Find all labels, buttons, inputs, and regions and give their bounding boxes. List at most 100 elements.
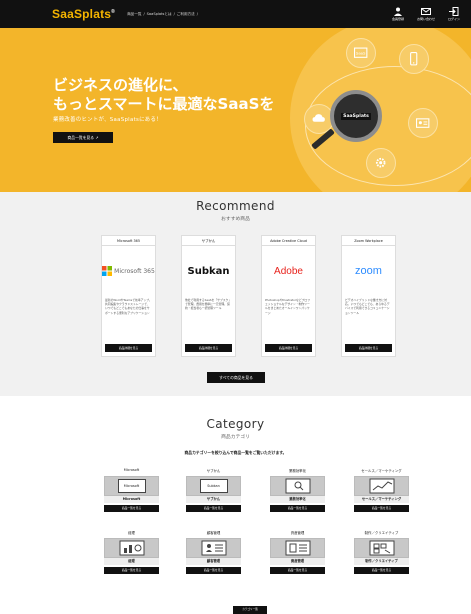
category-list-button[interactable]: 商品一覧を見る — [354, 567, 409, 574]
saas-bubble: SaaS — [346, 38, 376, 68]
nav-howto[interactable]: ご利用方法 — [177, 12, 195, 17]
category-card[interactable]: 経理 経理 商品一覧を見る — [104, 530, 159, 574]
nav-about[interactable]: SaaSplatsとは — [147, 12, 172, 17]
smartphone-icon — [410, 52, 418, 66]
category-image-label: Subkan — [199, 479, 228, 493]
product-description: 他社で利用するSaaSを「サブスク」で管理。費用を簡単に一元管理。契約・担当者も… — [185, 298, 232, 311]
category-image — [270, 538, 325, 558]
product-name: Microsoft 365 — [102, 236, 155, 246]
product-logo: zoom — [342, 246, 395, 296]
register-button[interactable]: 会員登録 — [389, 7, 407, 21]
category-image: Subkan — [186, 476, 241, 496]
main-nav: 商品一覧 / SaaSplatsとは / ご利用方法 / — [127, 12, 198, 17]
category-card[interactable]: 業務効率化 業務効率化 商品一覧を見る — [270, 468, 325, 512]
category-list-button[interactable]: 商品一覧を見る — [270, 567, 325, 574]
category-subtitle: 商品カテゴリ — [221, 435, 250, 440]
all-products-button[interactable]: すべての商品を見る — [207, 372, 265, 383]
chart-icon — [369, 478, 394, 494]
category-label: セールス／マーケティング — [354, 496, 409, 503]
login-icon — [449, 7, 459, 16]
product-description: 最新のWordやTeamsで効率アップ。共同編集やクラウドストレージで、いつでも… — [105, 298, 152, 315]
product-logo: Subkan — [182, 246, 235, 296]
product-card[interactable]: サブかん Subkan 他社で利用するSaaSを「サブスク」で管理。費用を簡単に… — [181, 235, 236, 357]
category-list-button[interactable]: 商品一覧を見る — [186, 567, 241, 574]
category-image — [354, 538, 409, 558]
hero-title: ビジネスの進化に、 もっとスマートに最適なSaaSを — [53, 76, 275, 113]
gear-icon — [376, 158, 386, 168]
category-heading: セールス／マーケティング — [361, 469, 402, 473]
gear-bubble — [366, 148, 396, 178]
category-note: 商品カテゴリーを絞り込んで商品一覧をご覧いただけます。 — [184, 450, 287, 455]
product-card[interactable]: Zoom Workplace zoom ビデオハイブリッドな働き方に対応。いつで… — [341, 235, 396, 357]
category-heading: 制作／クリエイティブ — [364, 531, 399, 535]
svg-text:SaaS: SaaS — [356, 51, 366, 56]
category-label: 経理 — [104, 558, 159, 565]
category-list-button[interactable]: 商品一覧を見る — [270, 505, 325, 512]
category-card[interactable]: セールス／マーケティング セールス／マーケティング 商品一覧を見る — [354, 468, 409, 512]
category-list-button[interactable]: 商品一覧を見る — [104, 505, 159, 512]
category-list-button[interactable]: 商品一覧を見る — [186, 505, 241, 512]
recommend-title: Recommend — [196, 199, 275, 213]
nav-products[interactable]: 商品一覧 — [127, 12, 141, 17]
login-button[interactable]: ログイン — [445, 7, 463, 21]
product-name: Zoom Workplace — [342, 236, 395, 246]
category-list-button[interactable]: 商品一覧を見る — [104, 567, 159, 574]
id-card-icon — [416, 118, 430, 129]
category-heading: 経理 — [128, 531, 135, 535]
site-header: SaaSplats® 商品一覧 / SaaSplatsとは / ご利用方法 / … — [0, 0, 471, 28]
product-card[interactable]: Adobe Creative Cloud Adobe PhotoshopやIll… — [261, 235, 316, 357]
category-image — [186, 538, 241, 558]
creative-icon — [369, 540, 394, 556]
product-detail-button[interactable]: 商品詳細を見る — [345, 344, 392, 352]
product-name: サブかん — [182, 236, 235, 246]
hero-banner: ビジネスの進化に、 もっとスマートに最適なSaaSを 業務改善のヒントが、SaaS… — [0, 28, 471, 192]
magnifier-lens: SaaSplats — [330, 90, 382, 142]
user-icon — [394, 7, 402, 16]
category-heading: Microsoft — [123, 468, 140, 472]
nav-separator: / — [173, 11, 175, 16]
product-detail-button[interactable]: 商品詳細を見る — [185, 344, 232, 352]
contact-label: お問い合わせ — [417, 17, 436, 21]
register-label: 会員登録 — [391, 17, 404, 21]
product-description: PhotoshopやIllustratorなどプロフェッショナルなデザイン・制作… — [265, 298, 311, 315]
product-logo: Adobe — [262, 246, 315, 296]
product-logo-text: zoom — [355, 265, 382, 277]
category-card[interactable]: Microsoft Microsoft Microsoft 商品一覧を見る — [104, 468, 159, 512]
product-logo-text: Subkan — [187, 265, 230, 277]
login-label: ログイン — [447, 17, 460, 21]
mail-icon — [421, 8, 431, 15]
mobile-bubble — [399, 44, 429, 74]
category-heading: 顧客管理 — [206, 531, 221, 535]
category-card[interactable]: サブかん Subkan サブかん 商品一覧を見る — [186, 468, 241, 512]
product-detail-button[interactable]: 商品詳細を見る — [265, 344, 312, 352]
category-label: Microsoft — [104, 496, 159, 503]
saas-window-icon: SaaS — [354, 47, 368, 59]
category-label: サブかん — [186, 496, 241, 503]
category-list-button[interactable]: 商品一覧を見る — [354, 505, 409, 512]
contact-button[interactable]: お問い合わせ — [417, 7, 435, 21]
category-card[interactable]: 顧客管理 顧客管理 商品一覧を見る — [186, 530, 241, 574]
accounting-icon — [119, 540, 144, 556]
recommend-subtitle: おすすめ商品 — [221, 217, 250, 222]
product-detail-button[interactable]: 商品詳細を見る — [105, 344, 152, 352]
category-label: 業務効率化 — [270, 496, 325, 503]
hero-products-button[interactable]: 商品一覧を見る ↗ — [53, 132, 113, 143]
site-logo[interactable]: SaaSplats® — [52, 7, 115, 21]
category-list-all-button[interactable]: カテゴリ一覧 — [233, 606, 267, 614]
product-logo-text: Microsoft 365 — [114, 267, 155, 275]
product-logo-text: Adobe — [274, 265, 303, 277]
product-card[interactable]: Microsoft 365 Microsoft 365 最新のWordやTeam… — [101, 235, 156, 357]
category-label: 資産管理 — [270, 558, 325, 565]
category-image — [104, 538, 159, 558]
nav-separator: / — [196, 11, 198, 16]
header-actions: 会員登録 お問い合わせ ログイン — [389, 7, 463, 21]
category-image-label: Microsoft — [117, 479, 146, 493]
product-logo: Microsoft 365 — [102, 246, 155, 296]
category-card[interactable]: 資産管理 資産管理 商品一覧を見る — [270, 530, 325, 574]
page: SaaSplats® 商品一覧 / SaaSplatsとは / ご利用方法 / … — [0, 0, 471, 614]
hero-subtitle: 業務改善のヒントが、SaaSplatsにある！ — [53, 117, 162, 123]
product-name: Adobe Creative Cloud — [262, 236, 315, 246]
category-image — [270, 476, 325, 496]
magnifier-logo: SaaSplats — [341, 112, 371, 120]
category-card[interactable]: 制作／クリエイティブ 制作／クリエイティブ 商品一覧を見る — [354, 530, 409, 574]
